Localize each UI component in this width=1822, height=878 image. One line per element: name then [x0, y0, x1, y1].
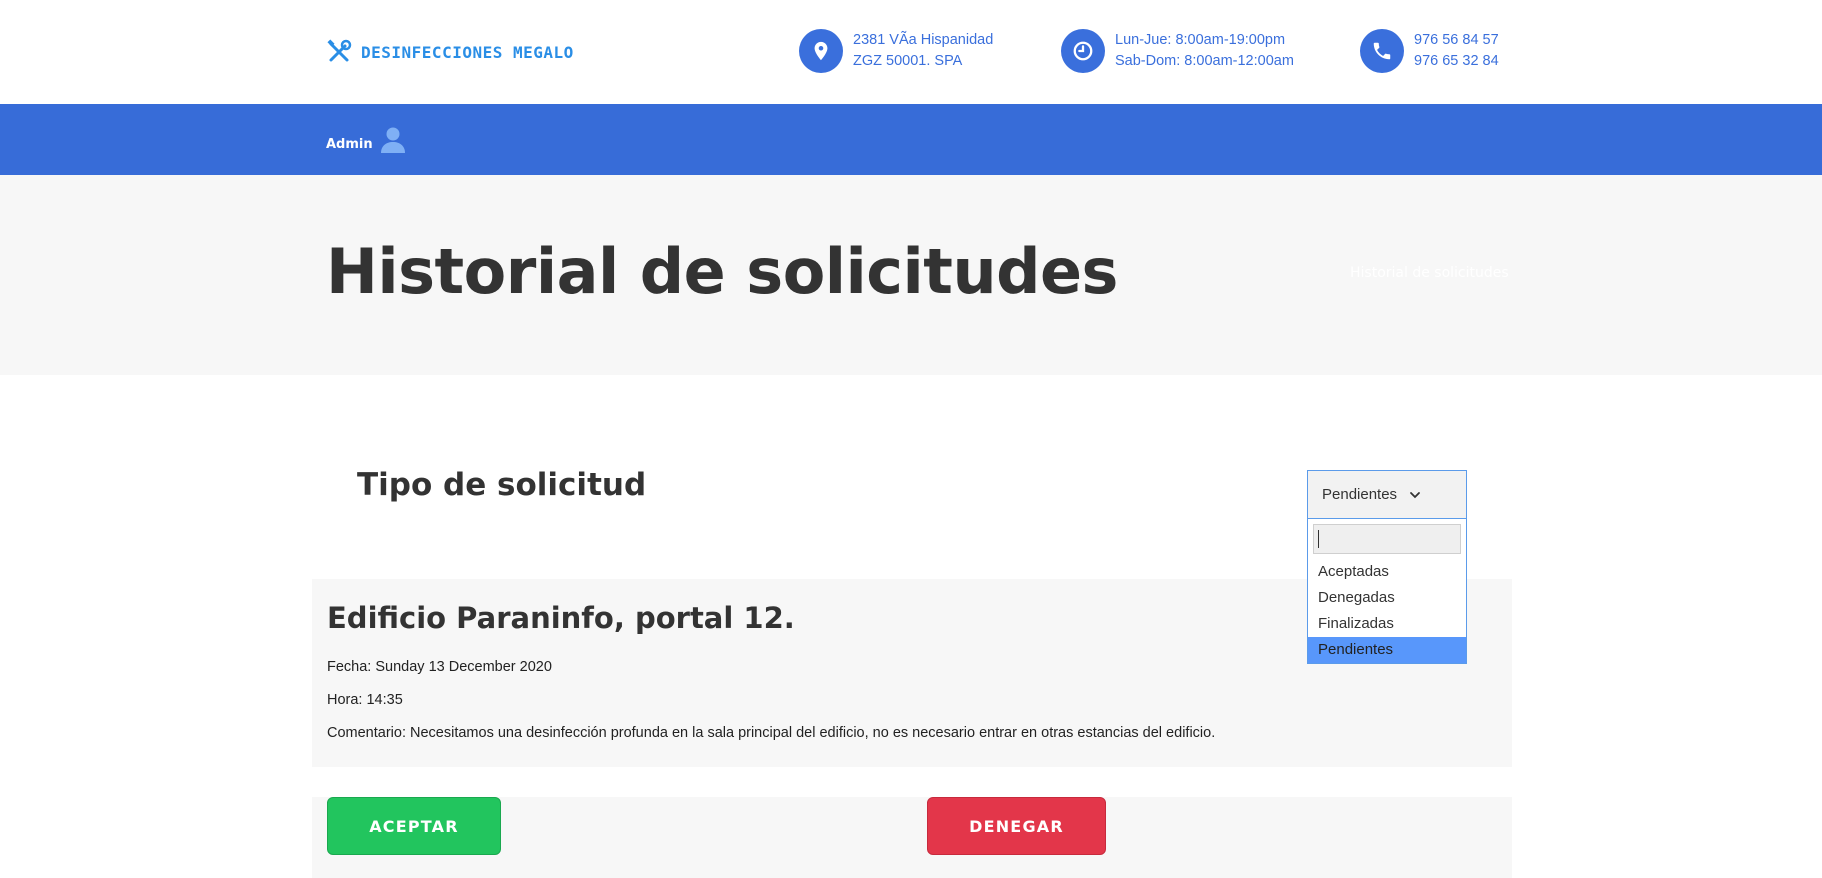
page-title: Historial de solicitudes [326, 235, 1118, 308]
deny-button[interactable]: DENEGAR [927, 797, 1106, 855]
request-title: Edificio Paraninfo, portal 12. [327, 601, 795, 635]
phone-info: 976 56 84 57 976 65 32 84 [1360, 29, 1499, 73]
request-date: Fecha: Sunday 13 December 2020 [327, 659, 552, 675]
brand-name: DESINFECCIONES MEGALO [361, 42, 574, 62]
admin-menu[interactable]: Admin [326, 126, 406, 154]
admin-label: Admin [326, 137, 373, 152]
user-icon [380, 127, 405, 153]
select-value: Pendientes [1322, 486, 1398, 503]
top-header: DESINFECCIONES MEGALO 2381 VÃa Hispanida… [0, 0, 1822, 104]
option-pendientes[interactable]: Pendientes [1308, 637, 1466, 663]
address-line-2: ZGZ 50001. SPA [853, 53, 963, 69]
hours-info: Lun-Jue: 8:00am-19:00pm Sab-Dom: 8:00am-… [1061, 29, 1345, 73]
request-type-dropdown: Aceptadas Denegadas Finalizadas Pendient… [1307, 519, 1467, 664]
breadcrumb: Historial de solicitudes [1350, 265, 1509, 281]
request-comment: Comentario: Necesitamos una desinfección… [327, 725, 1216, 741]
dropdown-options: Aceptadas Denegadas Finalizadas Pendient… [1308, 559, 1466, 663]
dropdown-search-input[interactable] [1313, 524, 1461, 554]
request-type-label: Tipo de solicitud [357, 467, 647, 503]
phone-line-1: 976 56 84 57 [1414, 32, 1499, 48]
request-time: Hora: 14:35 [327, 692, 403, 708]
text-cursor [1318, 530, 1319, 548]
phone-line-2: 976 65 32 84 [1414, 53, 1499, 69]
request-actions: ACEPTAR DENEGAR [312, 797, 1512, 878]
option-aceptadas[interactable]: Aceptadas [1308, 559, 1466, 585]
phone-icon [1360, 29, 1404, 73]
hours-line-1: Lun-Jue: 8:00am-19:00pm [1115, 32, 1286, 48]
clock-icon [1061, 29, 1105, 73]
hours-line-2: Sab-Dom: 8:00am-12:00am [1115, 53, 1294, 69]
brand-logo[interactable]: DESINFECCIONES MEGALO [325, 38, 574, 66]
address-line-1: 2381 VÃa Hispanidad [853, 32, 994, 48]
main-navbar: Admin [0, 104, 1822, 175]
address-info: 2381 VÃa Hispanidad ZGZ 50001. SPA [799, 29, 993, 73]
location-pin-icon [799, 29, 843, 73]
title-banner: Historial de solicitudes Historial de so… [0, 175, 1822, 375]
option-finalizadas[interactable]: Finalizadas [1308, 611, 1466, 637]
tools-icon [327, 39, 352, 62]
request-type-select[interactable]: Pendientes [1307, 470, 1467, 519]
chevron-down-icon [1410, 491, 1420, 498]
accept-button[interactable]: ACEPTAR [327, 797, 501, 855]
option-denegadas[interactable]: Denegadas [1308, 585, 1466, 611]
